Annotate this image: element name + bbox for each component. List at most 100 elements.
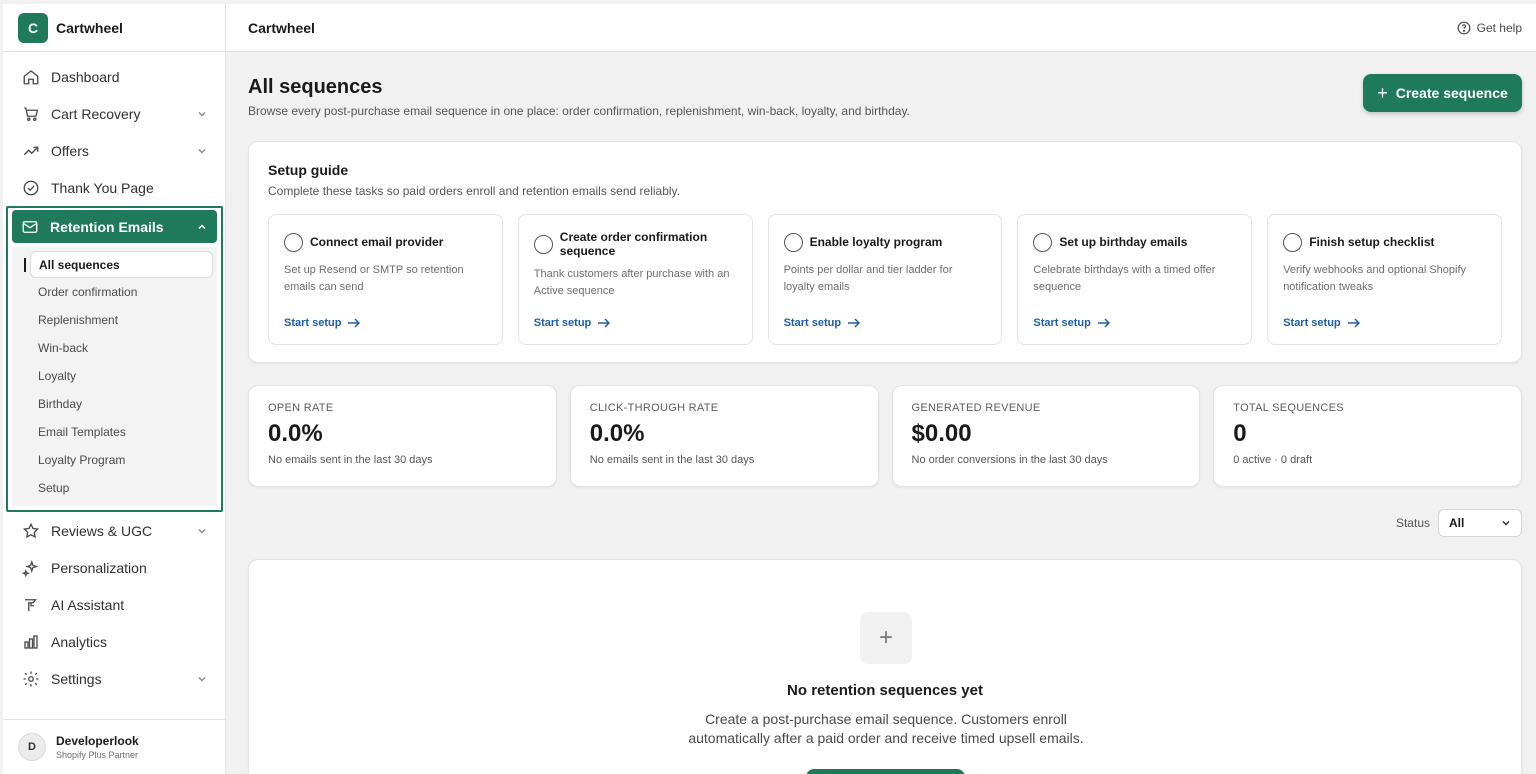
sidebar: C Cartwheel Dashboard Cart Recovery Offe… — [3, 4, 226, 774]
start-setup-link[interactable]: Start setup — [533, 317, 611, 329]
check-circle-icon — [21, 178, 41, 198]
sub-item-setup[interactable]: Setup — [12, 474, 217, 502]
topbar-title: Cartwheel — [248, 19, 315, 36]
nav-label: AI Assistant — [51, 596, 125, 613]
sub-item-win-back[interactable]: Win-back — [12, 334, 217, 362]
cart-icon — [21, 104, 41, 124]
help-label: Get help — [1476, 20, 1522, 35]
empty-state-create-button[interactable] — [806, 769, 965, 774]
nav-label: Retention Emails — [50, 218, 164, 235]
get-help-link[interactable]: Get help — [1457, 21, 1522, 35]
sub-item-birthday[interactable]: Birthday — [12, 390, 217, 418]
plus-icon: + — [860, 612, 912, 664]
mail-icon — [20, 217, 40, 237]
status-filter: Status All — [1396, 509, 1522, 537]
task-title: Create order confirmation sequence — [559, 230, 708, 258]
nav-item-thank-you-page[interactable]: Thank You Page — [3, 169, 225, 206]
retention-emails-group: Retention Emails All sequences Order con… — [6, 206, 223, 512]
start-setup-label: Start setup — [1283, 317, 1341, 329]
brand-name: Cartwheel — [56, 19, 123, 36]
trend-icon — [21, 141, 41, 161]
nav-item-cart-recovery[interactable]: Cart Recovery — [3, 95, 225, 132]
metric-card-generated-revenue: GENERATED REVENUE $0.00 No order convers… — [891, 385, 1201, 487]
setup-task: Finish setup checklist Verify webhooks a… — [1267, 214, 1502, 345]
nav-label: Dashboard — [51, 68, 120, 85]
metrics-row: OPEN RATE 0.0% No emails sent in the las… — [248, 385, 1522, 487]
task-description: Celebrate birthdays with a timed offer s… — [1033, 264, 1216, 293]
topbar: Cartwheel Get help — [226, 4, 1536, 52]
metric-label: CLICK-THROUGH RATE — [589, 402, 719, 414]
user-info: Developerlook Shopify Plus Partner — [56, 734, 139, 760]
page-header: All sequences Browse every post-purchase… — [248, 52, 1522, 140]
start-setup-label: Start setup — [533, 317, 592, 329]
empty-state-title: No retention sequences yet — [787, 682, 983, 699]
status-select[interactable]: All — [1438, 509, 1522, 537]
wand-icon — [21, 595, 41, 615]
status-select-value: All — [1449, 516, 1465, 530]
nav-label: Cart Recovery — [51, 105, 141, 122]
setup-task-list: Connect email provider Set up Resend or … — [268, 214, 1502, 345]
chevron-down-icon — [195, 672, 209, 686]
task-description: Set up Resend or SMTP so retention email… — [284, 264, 464, 293]
retention-sub-nav: All sequences Order confirmation Repleni… — [12, 247, 217, 506]
start-setup-link[interactable]: Start setup — [784, 317, 861, 329]
user-profile[interactable]: D Developerlook Shopify Plus Partner — [3, 719, 225, 774]
setup-guide-description: Complete these tasks so paid orders enro… — [268, 184, 680, 198]
setup-task: Set up birthday emails Celebrate birthda… — [1017, 214, 1253, 345]
nav-item-ai-assistant[interactable]: AI Assistant — [3, 586, 225, 623]
main-nav: Dashboard Cart Recovery Offers Thank You… — [3, 52, 225, 697]
help-circle-icon — [1457, 21, 1471, 35]
metric-label: TOTAL SEQUENCES — [1233, 402, 1344, 414]
gear-icon — [21, 669, 41, 689]
task-checkbox[interactable] — [533, 234, 553, 254]
metric-value: 0 — [1233, 420, 1247, 447]
chevron-down-icon — [195, 524, 209, 538]
chevron-down-icon — [195, 107, 209, 121]
nav-item-settings[interactable]: Settings — [3, 660, 225, 697]
metric-label: OPEN RATE — [268, 402, 334, 414]
metric-card-open-rate: OPEN RATE 0.0% No emails sent in the las… — [248, 385, 557, 487]
nav-item-retention-emails[interactable]: Retention Emails — [12, 210, 217, 243]
task-checkbox[interactable] — [1033, 232, 1053, 252]
arrow-right-icon — [1097, 318, 1110, 328]
metric-subtext: No emails sent in the last 30 days — [268, 454, 433, 466]
sub-item-loyalty-program[interactable]: Loyalty Program — [12, 446, 217, 474]
nav-item-reviews-ugc[interactable]: Reviews & UGC — [3, 512, 225, 549]
setup-task: Enable loyalty program Points per dollar… — [767, 214, 1003, 345]
arrow-right-icon — [597, 318, 611, 328]
task-description: Points per dollar and tier ladder for lo… — [783, 264, 953, 293]
task-checkbox[interactable] — [284, 232, 303, 252]
sub-item-replenishment[interactable]: Replenishment — [12, 306, 217, 334]
task-description: Thank customers after purchase with an A… — [533, 268, 730, 297]
nav-item-dashboard[interactable]: Dashboard — [3, 58, 225, 95]
sub-item-order-confirmation[interactable]: Order confirmation — [12, 278, 217, 306]
chevron-down-icon — [1501, 518, 1511, 528]
start-setup-link[interactable]: Start setup — [1283, 317, 1360, 329]
sub-item-all-sequences[interactable]: All sequences — [30, 251, 213, 278]
nav-item-offers[interactable]: Offers — [3, 132, 225, 169]
home-icon — [21, 67, 41, 87]
metric-value: $0.00 — [911, 420, 972, 447]
task-checkbox[interactable] — [783, 232, 803, 252]
sub-item-email-templates[interactable]: Email Templates — [12, 418, 217, 446]
chevron-down-icon — [195, 144, 209, 158]
nav-label: Personalization — [51, 559, 147, 576]
nav-label: Offers — [51, 142, 89, 159]
sub-item-loyalty[interactable]: Loyalty — [12, 362, 217, 390]
plus-icon: + — [1377, 82, 1388, 103]
setup-guide-title: Setup guide — [268, 162, 349, 178]
arrow-right-icon — [1347, 318, 1360, 328]
setup-task: Connect email provider Set up Resend or … — [268, 214, 503, 345]
task-description: Verify webhooks and optional Shopify not… — [1283, 264, 1467, 293]
start-setup-link[interactable]: Start setup — [284, 317, 361, 329]
brand[interactable]: C Cartwheel — [3, 4, 225, 52]
nav-item-personalization[interactable]: Personalization — [3, 549, 225, 586]
avatar: D — [18, 733, 46, 761]
empty-state-card: + No retention sequences yet Create a po… — [248, 559, 1522, 774]
nav-item-analytics[interactable]: Analytics — [3, 623, 225, 660]
metric-value: 0.0% — [268, 420, 323, 447]
nav-label: Reviews & UGC — [51, 522, 153, 539]
task-checkbox[interactable] — [1283, 232, 1303, 252]
start-setup-link[interactable]: Start setup — [1033, 317, 1110, 329]
create-sequence-button[interactable]: + Create sequence — [1363, 74, 1522, 112]
